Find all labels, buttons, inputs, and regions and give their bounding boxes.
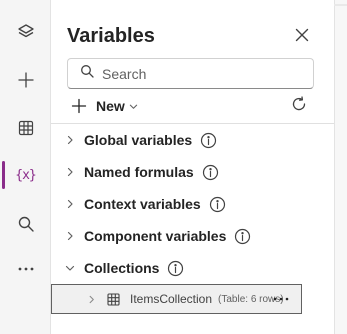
plus-icon <box>71 98 87 114</box>
grid-icon <box>17 119 35 137</box>
left-rail: {x} <box>0 0 51 334</box>
search-icon <box>17 215 35 233</box>
section-component-variables[interactable]: Component variables <box>51 221 334 251</box>
close-icon <box>295 28 309 47</box>
close-button[interactable] <box>291 26 313 48</box>
info-icon[interactable] <box>202 164 219 181</box>
refresh-icon <box>291 95 307 117</box>
rail-search-button[interactable] <box>0 204 51 244</box>
chevron-right-icon <box>65 199 77 209</box>
collection-name: ItemsCollection <box>130 292 213 306</box>
canvas-edge <box>334 0 347 334</box>
chevron-right-icon[interactable] <box>87 295 96 304</box>
info-icon[interactable] <box>167 260 184 277</box>
chevron-right-icon <box>65 167 77 177</box>
chevron-right-icon <box>65 135 77 145</box>
new-button[interactable]: New <box>71 94 138 118</box>
section-label: Named formulas <box>84 164 194 180</box>
variables-icon: {x} <box>15 167 37 183</box>
rail-more-button[interactable] <box>0 249 51 289</box>
refresh-button[interactable] <box>289 95 309 117</box>
rail-variables-button[interactable]: {x} <box>0 155 51 195</box>
plus-icon <box>17 71 35 89</box>
section-label: Component variables <box>84 228 227 244</box>
more-icon <box>17 260 35 278</box>
section-collections[interactable]: Collections <box>51 253 334 283</box>
section-label: Context variables <box>84 196 201 212</box>
panel-title: Variables <box>67 25 155 47</box>
rail-data-button[interactable] <box>0 108 51 148</box>
variables-panel: Variables New <box>51 0 334 334</box>
rail-insert-button[interactable] <box>0 60 51 100</box>
app-window: {x} Variables Search New Global variable… <box>0 0 347 334</box>
section-label: Collections <box>84 260 160 276</box>
search-input[interactable] <box>102 65 302 82</box>
info-icon[interactable] <box>209 196 226 213</box>
search-icon <box>80 64 94 83</box>
new-button-label: New <box>96 98 125 114</box>
search-box <box>67 58 314 89</box>
layers-icon <box>17 23 35 41</box>
info-icon[interactable] <box>200 132 217 149</box>
chevron-down-icon <box>65 263 77 273</box>
more-options-button[interactable] <box>271 291 291 307</box>
collection-item-row[interactable]: ItemsCollection (Table: 6 rows) <box>51 284 302 314</box>
more-icon <box>273 297 289 301</box>
section-named-formulas[interactable]: Named formulas <box>51 157 334 187</box>
toolbar-divider <box>51 123 334 124</box>
chevron-right-icon <box>65 231 77 241</box>
chevron-down-icon <box>129 102 138 111</box>
section-label: Global variables <box>84 132 193 148</box>
table-icon <box>107 292 120 306</box>
rail-tree-view-button[interactable] <box>0 12 51 52</box>
section-context-variables[interactable]: Context variables <box>51 189 334 219</box>
section-global-variables[interactable]: Global variables <box>51 125 334 155</box>
info-icon[interactable] <box>234 228 251 245</box>
